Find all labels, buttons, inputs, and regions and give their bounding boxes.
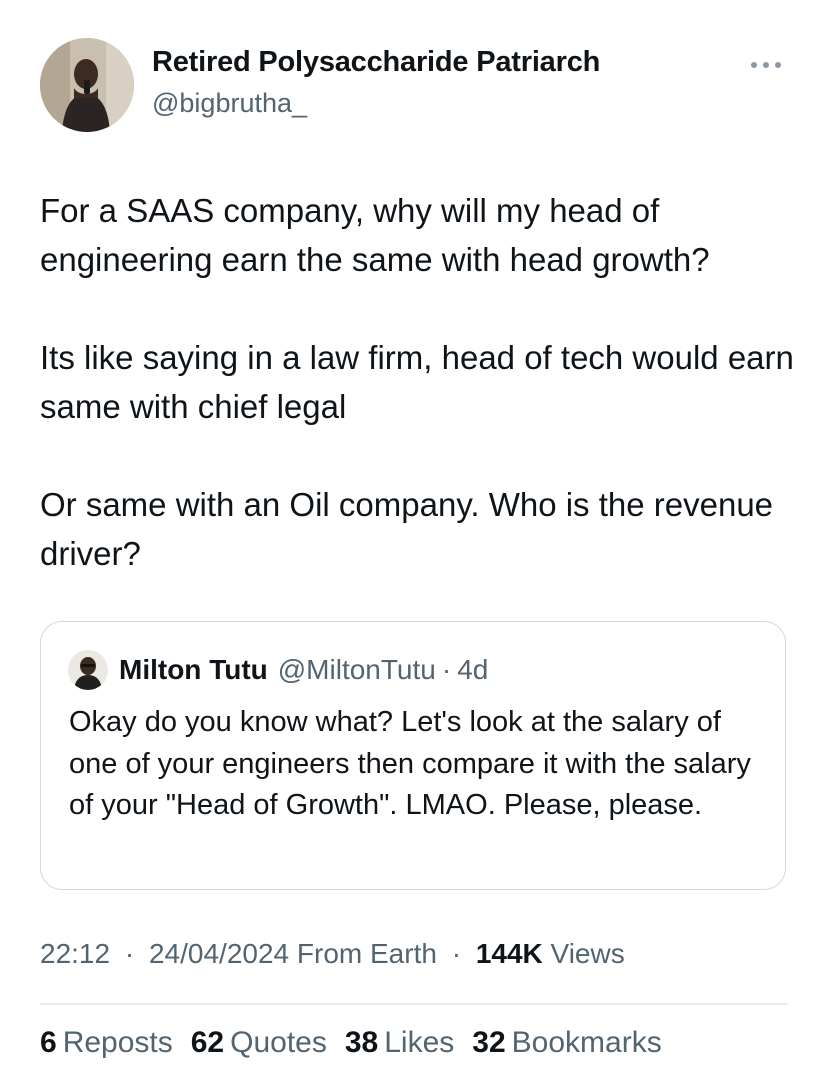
tweet-time[interactable]: 22:12 [40,938,110,969]
tweet-paragraph: Or same with an Oil company. Who is the … [40,486,774,572]
reposts-label: Reposts [62,1026,173,1059]
likes-label: Likes [384,1026,455,1059]
author-name[interactable]: Retired Polysaccharide Patriarch [152,46,600,79]
quotes-count: 62 [190,1026,225,1059]
bookmarks-count: 32 [472,1026,506,1059]
quotes-stat[interactable]: 62 Quotes [191,1026,327,1060]
meta-separator: · [451,938,462,969]
tweet-source: From Earth [296,938,437,969]
quote-separator: · [441,654,452,685]
more-options-button[interactable] [746,50,786,80]
likes-stat[interactable]: 38 Likes [345,1026,454,1060]
quote-author-handle[interactable]: @MiltonTutu [278,654,436,686]
person-photo-icon [40,38,134,132]
author-handle[interactable]: @bigbrutha_ [152,88,307,119]
person-photo-icon [68,650,108,690]
bookmarks-stat[interactable]: 32 Bookmarks [472,1026,661,1060]
meta-separator: · [124,938,135,969]
views-count: 144K [475,938,543,969]
quote-text: Okay do you know what? Let's look at the… [69,706,751,821]
divider [40,1003,788,1005]
reposts-count: 6 [40,1026,57,1059]
tweet-paragraph: Its like saying in a law firm, head of t… [40,339,794,425]
views-label: Views [550,938,625,969]
quote-author-name[interactable]: Milton Tutu [119,654,268,686]
quotes-label: Quotes [230,1026,327,1059]
likes-count: 38 [344,1026,379,1059]
engagement-stats: 6 Reposts 62 Quotes 38 Likes 32 Bookmarks [40,1026,680,1060]
author-avatar[interactable] [40,38,134,132]
tweet-paragraph: For a SAAS company, why will my head of … [40,192,710,278]
tweet-date[interactable]: 24/04/2024 [149,938,289,969]
quote-timestamp[interactable]: 4d [457,654,488,686]
tweet-meta: 22:12 · 24/04/2024 From Earth · 144K Vie… [40,938,625,970]
more-horizontal-icon [751,62,781,68]
reposts-stat[interactable]: 6 Reposts [40,1026,173,1060]
quote-author-avatar[interactable] [68,650,108,690]
quoted-tweet-card[interactable]: Milton Tutu @MiltonTutu · 4d Okay do you… [40,621,786,890]
bookmarks-label: Bookmarks [511,1026,662,1059]
tweet-detail: Retired Polysaccharide Patriarch @bigbru… [0,0,828,1076]
tweet-text: For a SAAS company, why will my head of … [40,186,800,578]
quote-header: Milton Tutu @MiltonTutu · 4d [119,650,488,690]
